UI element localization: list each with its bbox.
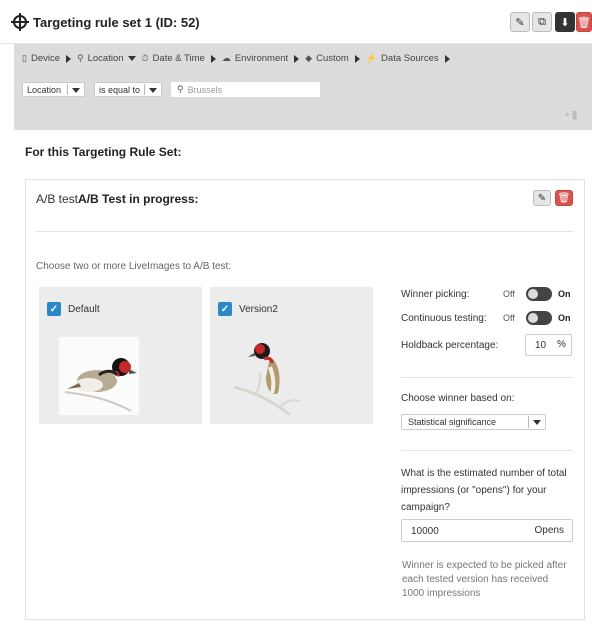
crumb-environment[interactable]: ☁ Environment <box>222 53 288 64</box>
tag-icon: ◆ <box>305 53 313 63</box>
cloud-icon: ☁ <box>221 53 231 63</box>
crumb-date-time[interactable]: ⏱ Date & Time <box>142 53 205 64</box>
targeting-operator-select[interactable]: is equal to <box>94 82 162 97</box>
choose-winner-select[interactable]: Statistical significance <box>401 414 546 430</box>
choose-winner-label: Choose winner based on: <box>401 393 515 404</box>
continuous-testing-toggle[interactable] <box>526 311 552 325</box>
chevron-down-icon <box>149 88 157 93</box>
targeting-category-bar: ▯ Device ⚲ Location ⏱ Date & Time ☁ Envi… <box>22 53 450 64</box>
chevron-right-icon <box>210 54 216 63</box>
winner-picking-label: Winner picking: <box>401 289 470 300</box>
delete-rule-set-button[interactable]: 🗑 <box>576 12 592 32</box>
variant-default-image <box>59 337 139 415</box>
crumb-location[interactable]: ⚲ Location <box>77 53 136 64</box>
chevron-down-icon <box>533 420 541 425</box>
arrow-down-icon: ⬇ <box>560 16 570 29</box>
crumb-data-sources[interactable]: ⚡ Data Sources <box>366 53 439 64</box>
crumb-custom[interactable]: ◆ Custom <box>305 53 349 64</box>
trash-icon: 🗑 <box>577 16 591 29</box>
clock-icon: ⏱ <box>141 53 149 63</box>
trash-icon: 🗑 <box>557 192 571 204</box>
duplicate-rule-set-button[interactable]: ⧉ <box>532 12 552 32</box>
winner-picking-toggle[interactable] <box>526 287 552 301</box>
pencil-icon: ✎ <box>515 16 525 29</box>
device-icon: ▯ <box>22 53 27 63</box>
divider <box>36 231 573 232</box>
plug-icon: ⚡ <box>365 53 378 63</box>
bird-illustration-default <box>59 337 139 415</box>
divider <box>401 450 573 451</box>
location-input[interactable]: ⚲ Brussels <box>171 82 320 97</box>
continuous-testing-label: Continuous testing: <box>401 313 487 324</box>
crumb-device[interactable]: ▯ Device <box>22 53 60 64</box>
delete-ab-test-button[interactable]: 🗑 <box>555 190 573 206</box>
chevron-right-icon <box>294 54 300 63</box>
variant-default-label: Default <box>68 304 100 315</box>
variant-version2-label: Version2 <box>239 304 278 315</box>
divider <box>401 377 573 378</box>
copy-icon: ⧉ <box>538 15 546 28</box>
variant-default-checkbox[interactable]: ✓ <box>47 302 61 316</box>
edit-rule-set-button[interactable]: ✎ <box>510 12 530 32</box>
checkmark-icon: ✓ <box>220 303 230 315</box>
winner-picking-off-label: Off <box>503 289 515 299</box>
continuous-testing-on-label: On <box>558 313 571 323</box>
continuous-testing-off-label: Off <box>503 313 515 323</box>
section-title: For this Targeting Rule Set: <box>25 145 182 159</box>
variant-version2-image <box>230 337 310 417</box>
add-remove-condition-controls[interactable]: +▮ <box>564 108 579 121</box>
pencil-icon: ✎ <box>537 192 547 204</box>
location-pin-icon: ⚲ <box>77 53 84 63</box>
chevron-down-icon <box>72 88 80 93</box>
chevron-right-icon <box>444 54 450 63</box>
crosshair-icon <box>11 13 29 31</box>
winner-expectation-info: Winner is expected to be picked after ea… <box>402 560 567 599</box>
choose-liveimages-label: Choose two or more LiveImages to A/B tes… <box>36 261 232 272</box>
edit-ab-test-button[interactable]: ✎ <box>533 190 551 206</box>
chevron-right-icon <box>66 54 71 63</box>
holdback-label: Holdback percentage: <box>401 340 499 351</box>
impressions-question: What is the estimated number of total im… <box>401 468 567 513</box>
variant-version2-checkbox[interactable]: ✓ <box>218 302 232 316</box>
location-pin-icon: ⚲ <box>177 84 184 94</box>
ab-test-title: A/B testA/B Test in progress: <box>36 192 199 206</box>
rule-set-title: Targeting rule set 1 (ID: 52) <box>33 15 200 30</box>
move-down-button[interactable]: ⬇ <box>555 12 575 32</box>
winner-picking-on-label: On <box>558 289 571 299</box>
holdback-input[interactable]: 10 % <box>525 334 572 356</box>
chevron-right-icon <box>354 54 360 63</box>
trash-icon[interactable]: ▮ <box>571 109 578 121</box>
checkmark-icon: ✓ <box>49 303 59 315</box>
impressions-input[interactable]: 10000 Opens <box>401 519 573 542</box>
bird-illustration-version2 <box>233 343 301 417</box>
targeting-field-select[interactable]: Location <box>22 82 85 97</box>
chevron-down-icon <box>127 56 136 61</box>
